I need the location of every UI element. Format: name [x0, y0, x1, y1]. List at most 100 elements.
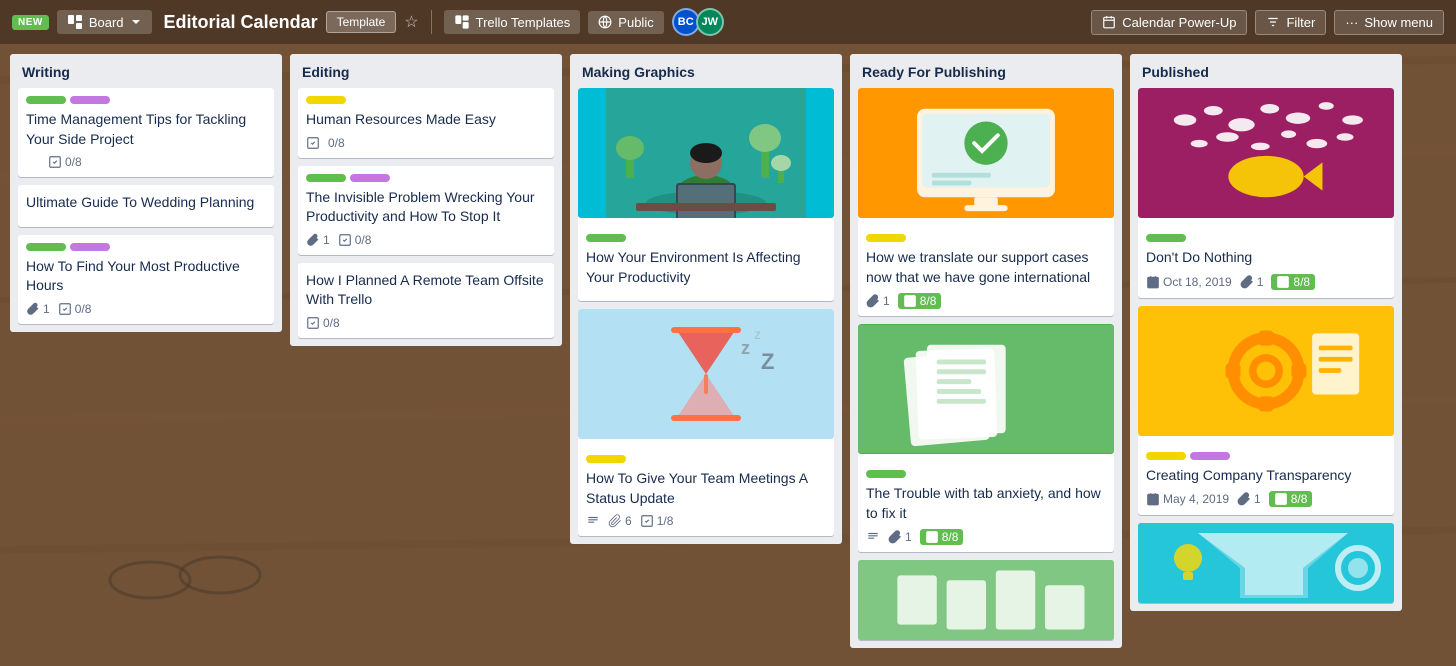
- board-columns: Writing Time Management Tips for Tacklin…: [0, 44, 1456, 666]
- column-writing-title: Writing: [22, 64, 70, 80]
- column-writing: Writing Time Management Tips for Tacklin…: [10, 54, 282, 332]
- column-ready-publishing-title: Ready For Publishing: [862, 64, 1006, 80]
- svg-text:Z: Z: [761, 349, 774, 374]
- card-mg1-labels: [586, 234, 826, 242]
- card-w2[interactable]: Ultimate Guide To Wedding Planning: [18, 185, 274, 227]
- card-w1[interactable]: Time Management Tips for Tackling Your S…: [18, 88, 274, 177]
- card-rp3[interactable]: [858, 560, 1114, 640]
- header-divider: [431, 10, 432, 34]
- card-e2-checklist: 0/8: [338, 233, 372, 247]
- card-rp2-meta: 1 8/8: [866, 529, 1106, 545]
- public-button[interactable]: Public: [588, 11, 663, 34]
- card-e3-meta: 0/8: [306, 316, 546, 330]
- card-rp1-image: [858, 88, 1114, 218]
- card-rp1-title: How we translate our support cases now t…: [866, 248, 1106, 287]
- filter-label: Filter: [1286, 15, 1315, 30]
- column-writing-cards: Time Management Tips for Tackling Your S…: [10, 88, 282, 332]
- card-e3-title: How I Planned A Remote Team Offsite With…: [306, 271, 546, 310]
- label-purple: [70, 96, 110, 104]
- label-yellow-mg2: [586, 455, 626, 463]
- template-badge[interactable]: Template: [326, 11, 397, 33]
- card-pub2-meta: May 4, 2019 1 8/8: [1146, 491, 1386, 507]
- card-w1-meta: 0/8: [26, 155, 266, 169]
- card-w1-labels: [26, 96, 266, 104]
- label-green: [26, 96, 66, 104]
- column-ready-publishing-header: Ready For Publishing: [850, 54, 1122, 88]
- label-purple-e2: [350, 174, 390, 182]
- card-pub1-labels: [1146, 234, 1386, 242]
- card-pub1-image: [1138, 88, 1394, 218]
- svg-text:z: z: [754, 326, 761, 342]
- card-e1[interactable]: Human Resources Made Easy 0/8: [298, 88, 554, 158]
- column-published-cards: Don't Do Nothing Oct 18, 2019 1 8/8: [1130, 88, 1402, 611]
- label-yellow-pub2: [1146, 452, 1186, 460]
- card-w2-title: Ultimate Guide To Wedding Planning: [26, 193, 266, 213]
- trello-templates-label: Trello Templates: [476, 15, 571, 30]
- new-badge: NEW: [12, 15, 49, 30]
- show-menu-label: Show menu: [1364, 15, 1433, 30]
- filter-button[interactable]: Filter: [1255, 10, 1326, 35]
- card-rp2-attachment: 1: [888, 530, 912, 544]
- show-menu-button[interactable]: ··· Show menu: [1334, 10, 1444, 35]
- column-published-header: Published: [1130, 54, 1402, 88]
- card-rp3-image: [858, 560, 1114, 640]
- card-e1-desc: [306, 136, 320, 150]
- card-pub1-attachment: 1: [1240, 275, 1264, 289]
- board-title: Editorial Calendar: [164, 12, 318, 33]
- card-rp2[interactable]: The Trouble with tab anxiety, and how to…: [858, 324, 1114, 552]
- label-purple-w3: [70, 243, 110, 251]
- card-rp2-labels: [866, 470, 1106, 478]
- label-green-e2: [306, 174, 346, 182]
- column-making-graphics: Making Graphics: [570, 54, 842, 544]
- card-mg2-image: z z Z: [578, 309, 834, 439]
- star-button[interactable]: ☆: [404, 12, 418, 32]
- card-pub2-checklist-complete: 8/8: [1269, 491, 1313, 507]
- card-pub1-title: Don't Do Nothing: [1146, 248, 1386, 268]
- card-e2-meta: 1 0/8: [306, 233, 546, 247]
- header-right-actions: Calendar Power-Up Filter ··· Show menu: [1091, 10, 1444, 35]
- card-w3-title: How To Find Your Most Productive Hours: [26, 257, 266, 296]
- card-e1-checklist: 0/8: [328, 136, 345, 150]
- card-pub2[interactable]: Creating Company Transparency May 4, 201…: [1138, 306, 1394, 516]
- card-e1-title: Human Resources Made Easy: [306, 110, 546, 130]
- card-rp1-checklist-complete: 8/8: [898, 293, 942, 309]
- column-making-graphics-title: Making Graphics: [582, 64, 695, 80]
- card-rp2-checklist-complete: 8/8: [920, 529, 964, 545]
- column-ready-publishing: Ready For Publishing: [850, 54, 1122, 648]
- card-pub2-image: [1138, 306, 1394, 436]
- card-mg2-desc: [586, 514, 600, 528]
- card-rp2-desc: [866, 530, 880, 544]
- column-making-graphics-header: Making Graphics: [570, 54, 842, 88]
- card-rp1-attachment: 1: [866, 294, 890, 308]
- calendar-powerup-button[interactable]: Calendar Power-Up: [1091, 10, 1247, 35]
- column-published: Published: [1130, 54, 1402, 611]
- label-yellow-e1: [306, 96, 346, 104]
- card-rp1-meta: 1 8/8: [866, 293, 1106, 309]
- board-button[interactable]: Board: [57, 10, 152, 34]
- card-pub2-date: May 4, 2019: [1146, 492, 1229, 506]
- label-purple-pub2: [1190, 452, 1230, 460]
- card-e3[interactable]: How I Planned A Remote Team Offsite With…: [298, 263, 554, 338]
- card-mg1[interactable]: How Your Environment Is Affecting Your P…: [578, 88, 834, 301]
- card-mg2[interactable]: z z Z How To Give Your Team Meetings A S…: [578, 309, 834, 536]
- card-pub2-title: Creating Company Transparency: [1146, 466, 1386, 486]
- card-w1-checklist: 0/8: [48, 155, 82, 169]
- card-e2-attachment: 1: [306, 233, 330, 247]
- card-pub1[interactable]: Don't Do Nothing Oct 18, 2019 1 8/8: [1138, 88, 1394, 298]
- app-header: NEW Board Editorial Calendar Template ☆ …: [0, 0, 1456, 44]
- card-pub3[interactable]: [1138, 523, 1394, 603]
- card-mg2-attachment: 6: [608, 514, 632, 528]
- card-pub2-attachment: 1: [1237, 492, 1261, 506]
- card-mg1-image: [578, 88, 834, 218]
- card-e2[interactable]: The Invisible Problem Wrecking Your Prod…: [298, 166, 554, 255]
- avatar-jw[interactable]: JW: [696, 8, 724, 36]
- card-rp1[interactable]: How we translate our support cases now t…: [858, 88, 1114, 316]
- card-w3[interactable]: How To Find Your Most Productive Hours 1…: [18, 235, 274, 324]
- column-editing-cards: Human Resources Made Easy 0/8 The Invisi…: [290, 88, 562, 346]
- trello-templates-button[interactable]: Trello Templates: [444, 10, 581, 34]
- card-pub1-date: Oct 18, 2019: [1146, 275, 1232, 289]
- card-mg2-meta: 6 1/8: [586, 514, 826, 528]
- column-editing-header: Editing: [290, 54, 562, 88]
- card-pub2-labels: [1146, 452, 1386, 460]
- card-w1-title: Time Management Tips for Tackling Your S…: [26, 110, 266, 149]
